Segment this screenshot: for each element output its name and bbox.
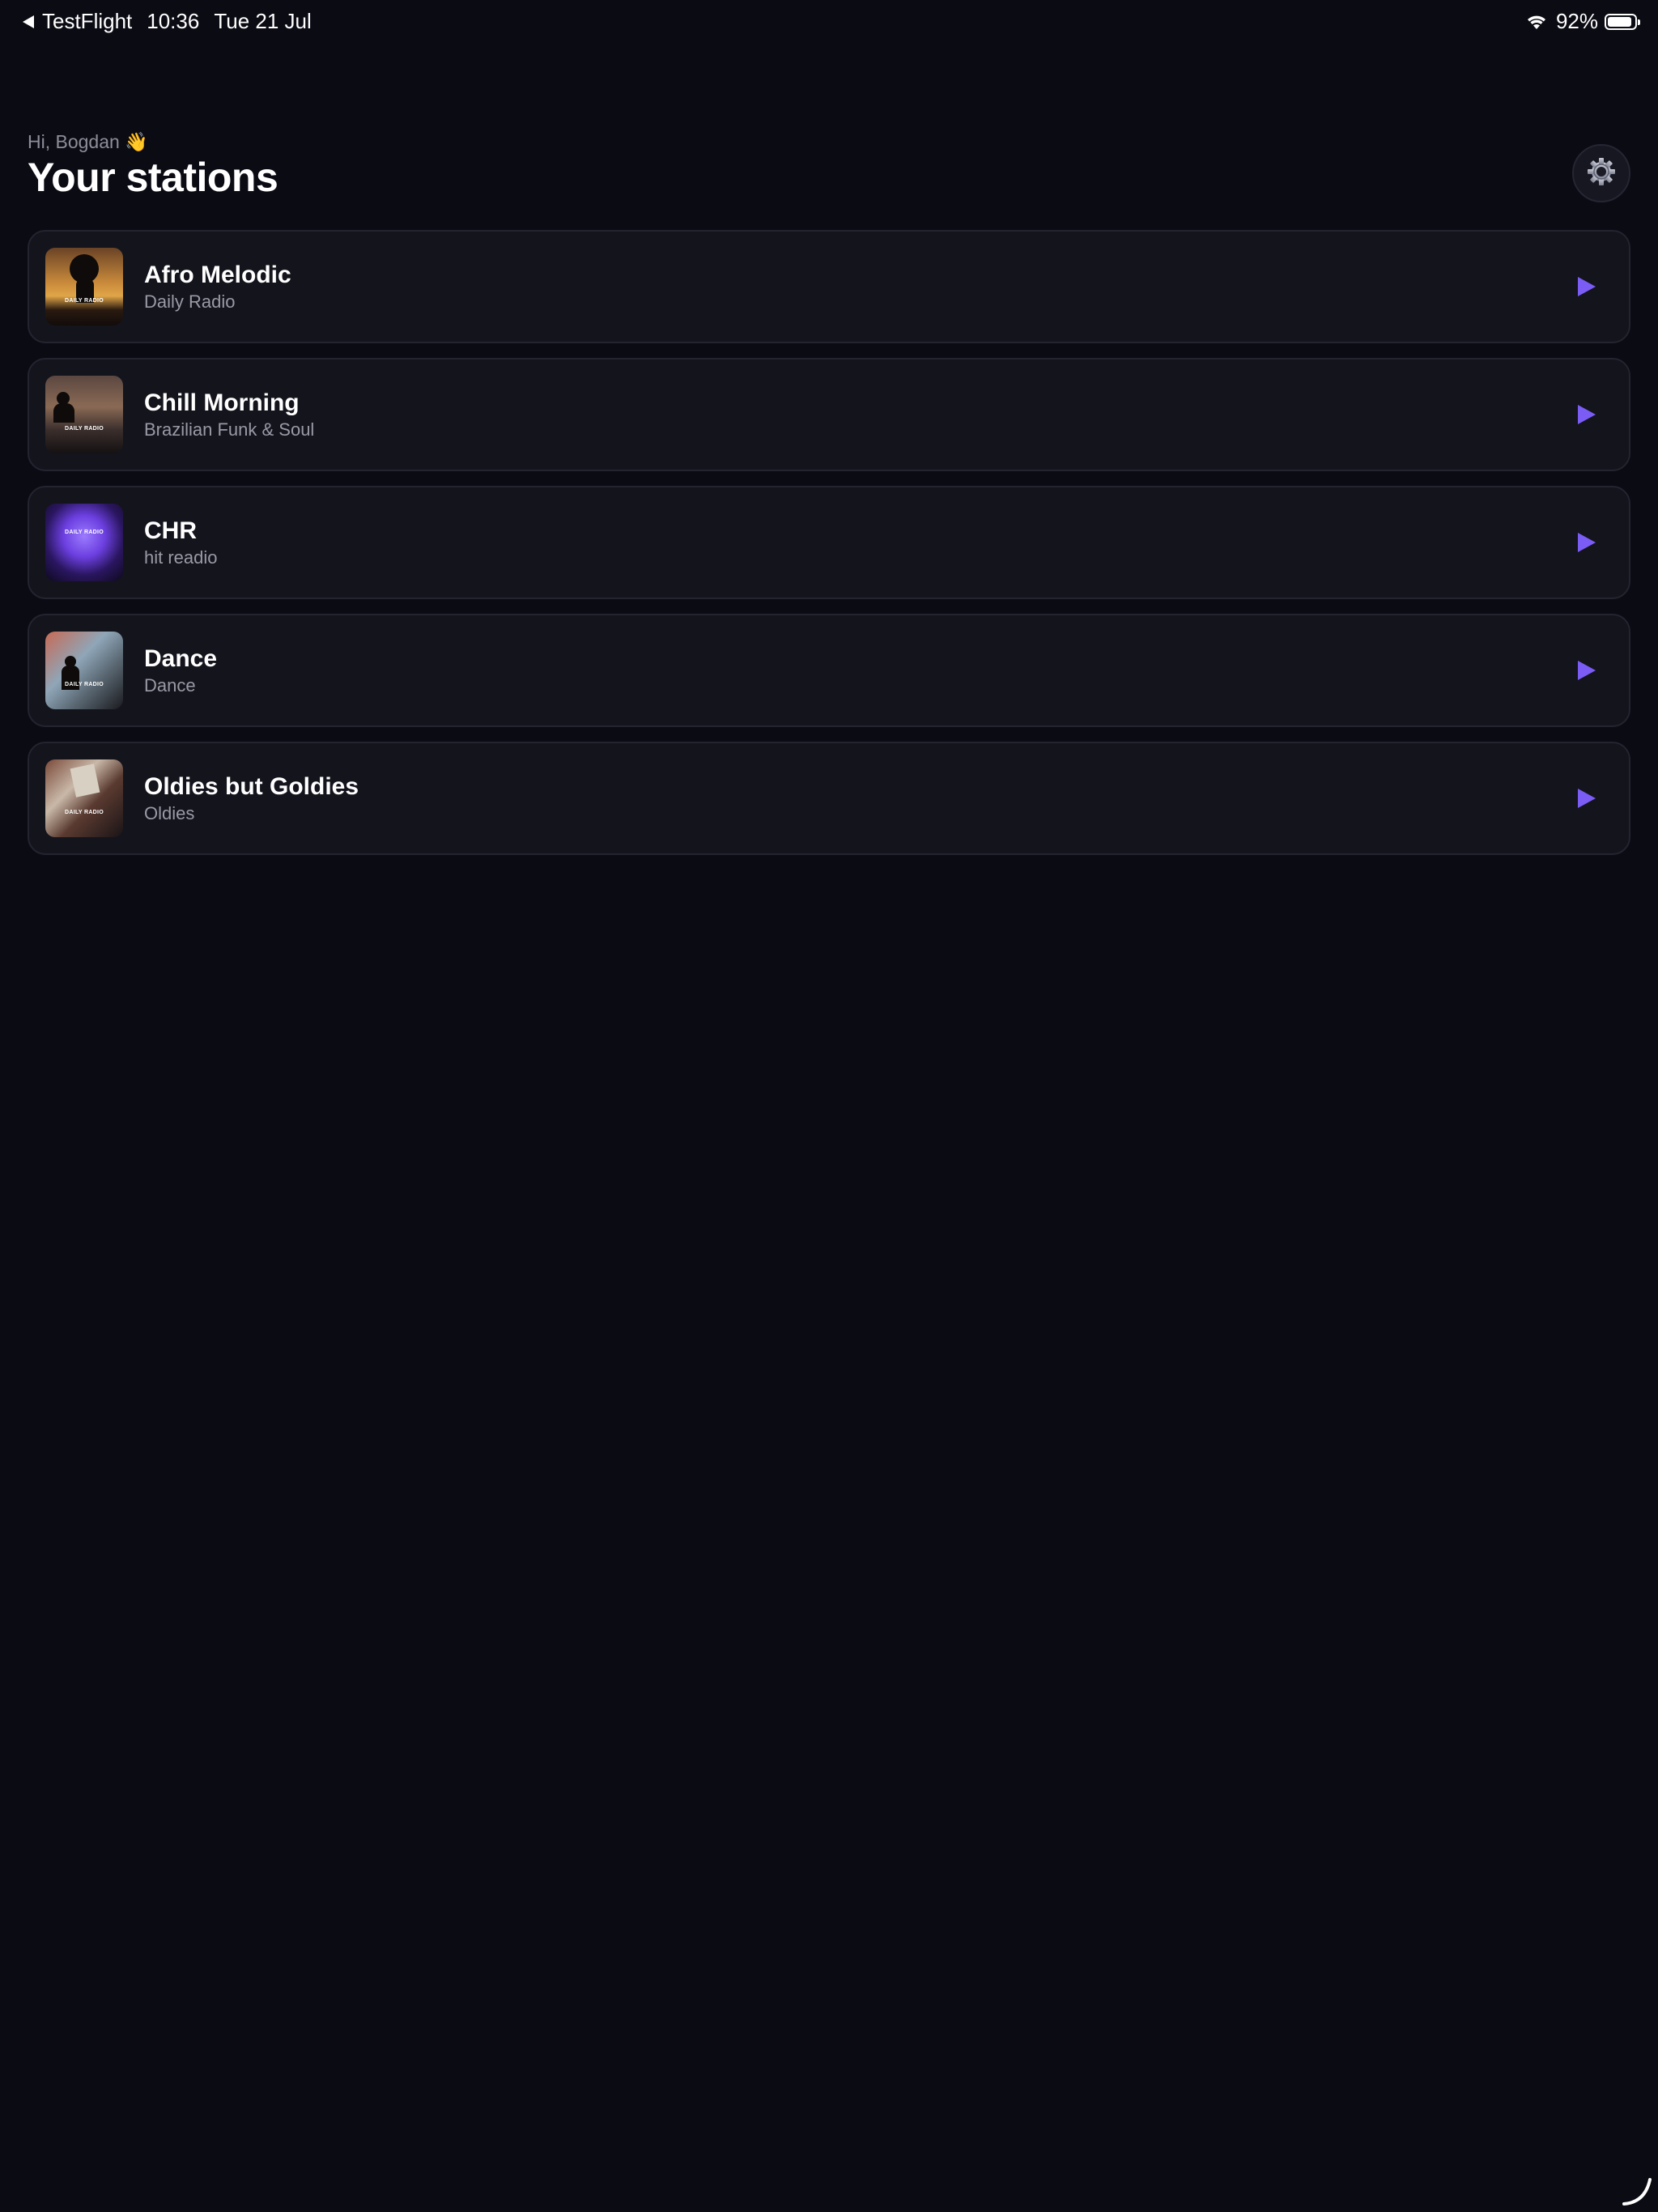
back-to-app-link[interactable]: TestFlight: [42, 9, 132, 34]
status-left: TestFlight 10:36 Tue 21 Jul: [23, 9, 312, 34]
corner-arc-icon: [1621, 2175, 1653, 2207]
wifi-icon: [1525, 13, 1548, 31]
station-cover-image: DAILY RADIO: [45, 759, 123, 837]
status-right: 92%: [1525, 9, 1640, 34]
station-subtitle: Oldies: [144, 803, 195, 823]
status-date: Tue 21 Jul: [214, 9, 312, 33]
battery-fill: [1608, 16, 1631, 27]
station-cover-image: DAILY RADIO: [45, 632, 123, 709]
settings-button[interactable]: [1572, 144, 1630, 202]
station-name: Oldies but Goldies: [144, 773, 359, 800]
station-text: Dance Dance: [144, 644, 217, 698]
cover-brand-label: DAILY RADIO: [64, 530, 104, 535]
gear-icon: [1585, 155, 1618, 192]
play-icon: [1578, 789, 1596, 808]
play-button[interactable]: [1572, 528, 1601, 557]
station-name: Chill Morning: [144, 389, 300, 416]
station-name: Dance: [144, 645, 218, 672]
battery-nub: [1638, 19, 1640, 25]
play-button[interactable]: [1572, 784, 1601, 813]
play-button[interactable]: [1572, 656, 1601, 685]
station-card-chill-morning[interactable]: DAILY RADIO Chill Morning Brazilian Funk…: [28, 358, 1630, 471]
station-card-dance[interactable]: DAILY RADIO Dance Dance: [28, 614, 1630, 727]
station-name: CHR: [144, 517, 197, 544]
play-icon: [1578, 533, 1596, 552]
play-icon: [1578, 661, 1596, 680]
cover-paper-shape: [70, 764, 100, 798]
cover-brand-label: DAILY RADIO: [64, 682, 104, 687]
station-cover-image: DAILY RADIO: [45, 376, 123, 453]
station-card-chr[interactable]: DAILY RADIO CHR hit readio: [28, 486, 1630, 599]
station-text: Oldies but Goldies Oldies: [144, 772, 359, 826]
silhouette-body: [53, 403, 74, 423]
play-button[interactable]: [1572, 400, 1601, 429]
play-button[interactable]: [1572, 272, 1601, 301]
station-subtitle: hit readio: [144, 547, 218, 568]
back-arrow-icon[interactable]: [23, 15, 34, 28]
cover-brand-label: DAILY RADIO: [64, 810, 104, 815]
station-name: Afro Melodic: [144, 262, 291, 288]
battery-icon: [1605, 13, 1640, 30]
play-icon: [1578, 277, 1596, 296]
station-card-afro-melodic[interactable]: DAILY RADIO Afro Melodic Daily Radio: [28, 230, 1630, 343]
station-card-oldies-but-goldies[interactable]: DAILY RADIO Oldies but Goldies Oldies: [28, 742, 1630, 855]
page-title: Your stations: [28, 155, 278, 200]
station-cover-image: DAILY RADIO: [45, 504, 123, 581]
station-list: DAILY RADIO Afro Melodic Daily Radio DAI…: [28, 230, 1630, 870]
station-text: CHR hit readio: [144, 517, 218, 570]
station-subtitle: Brazilian Funk & Soul: [144, 419, 315, 440]
battery-percent: 92%: [1555, 9, 1598, 33]
station-text: Chill Morning Brazilian Funk & Soul: [144, 389, 314, 442]
play-icon: [1578, 405, 1596, 424]
cover-brand-label: DAILY RADIO: [64, 298, 104, 304]
station-subtitle: Daily Radio: [144, 291, 236, 312]
status-bar: TestFlight 10:36 Tue 21 Jul 92%: [0, 0, 1658, 45]
station-cover-image: DAILY RADIO: [45, 248, 123, 325]
cover-brand-label: DAILY RADIO: [64, 426, 104, 432]
station-text: Afro Melodic Daily Radio: [144, 261, 291, 314]
station-subtitle: Dance: [144, 675, 196, 696]
status-time: 10:36: [147, 9, 200, 33]
greeting: Hi, Bogdan 👋: [28, 131, 148, 152]
